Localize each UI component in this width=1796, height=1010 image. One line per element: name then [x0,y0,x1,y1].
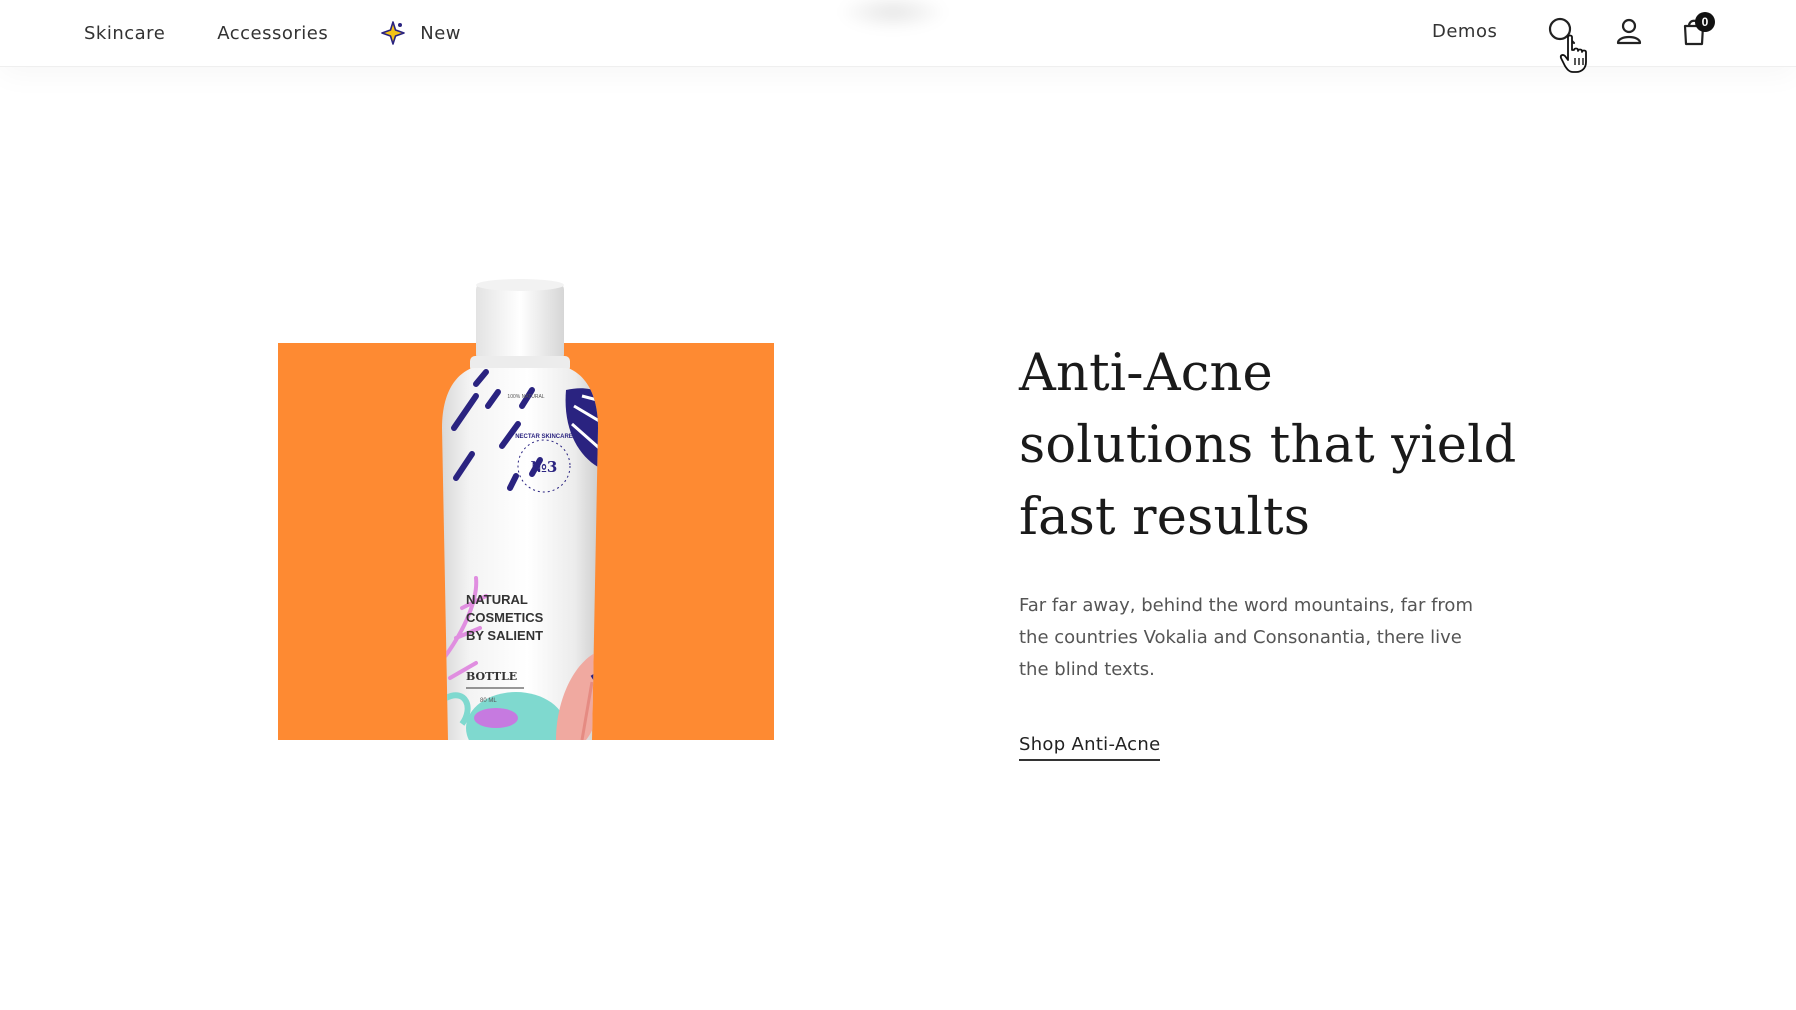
site-header: Skincare Accessories New Demos 0 [0,0,1796,73]
bottle-ring-text: NECTAR SKINCARE [515,434,573,440]
hero-title-line: solutions that yield [1019,416,1517,475]
bottle-label-line: COSMETICS [466,610,544,625]
hero-title: Anti-Acne solutions that yield fast resu… [1019,338,1579,554]
shopping-bag-icon[interactable]: 0 [1677,12,1715,48]
hero-product-image: 100% NATURAL №3 NECTAR SKINCARE NATURAL … [278,278,774,740]
product-bottle-illustration: 100% NATURAL №3 NECTAR SKINCARE NATURAL … [442,279,598,740]
hero-content: Anti-Acne solutions that yield fast resu… [1019,338,1579,761]
header-actions: Demos 0 [0,0,1796,66]
bottle-size-text: 80 ML [480,698,497,704]
user-icon[interactable] [1612,14,1646,48]
shop-anti-acne-link[interactable]: Shop Anti-Acne [1019,734,1161,761]
hero-description: Far far away, behind the word mountains,… [1019,595,1473,680]
bottle-type-label: BOTTLE [466,670,517,683]
demos-link[interactable]: Demos [1432,21,1497,42]
search-icon[interactable] [1545,14,1579,48]
hero-title-line: Anti-Acne [1019,344,1273,403]
bottle-small-text: 100% NATURAL [507,394,544,400]
bottle-cap [476,282,564,362]
bottle-label-line: BY SALIENT [466,628,543,643]
bottle-label-line: NATURAL [466,592,528,607]
bottle-number-badge: №3 [531,458,558,476]
hero-title-line: fast results [1019,488,1311,547]
cart-count-badge: 0 [1695,12,1715,32]
